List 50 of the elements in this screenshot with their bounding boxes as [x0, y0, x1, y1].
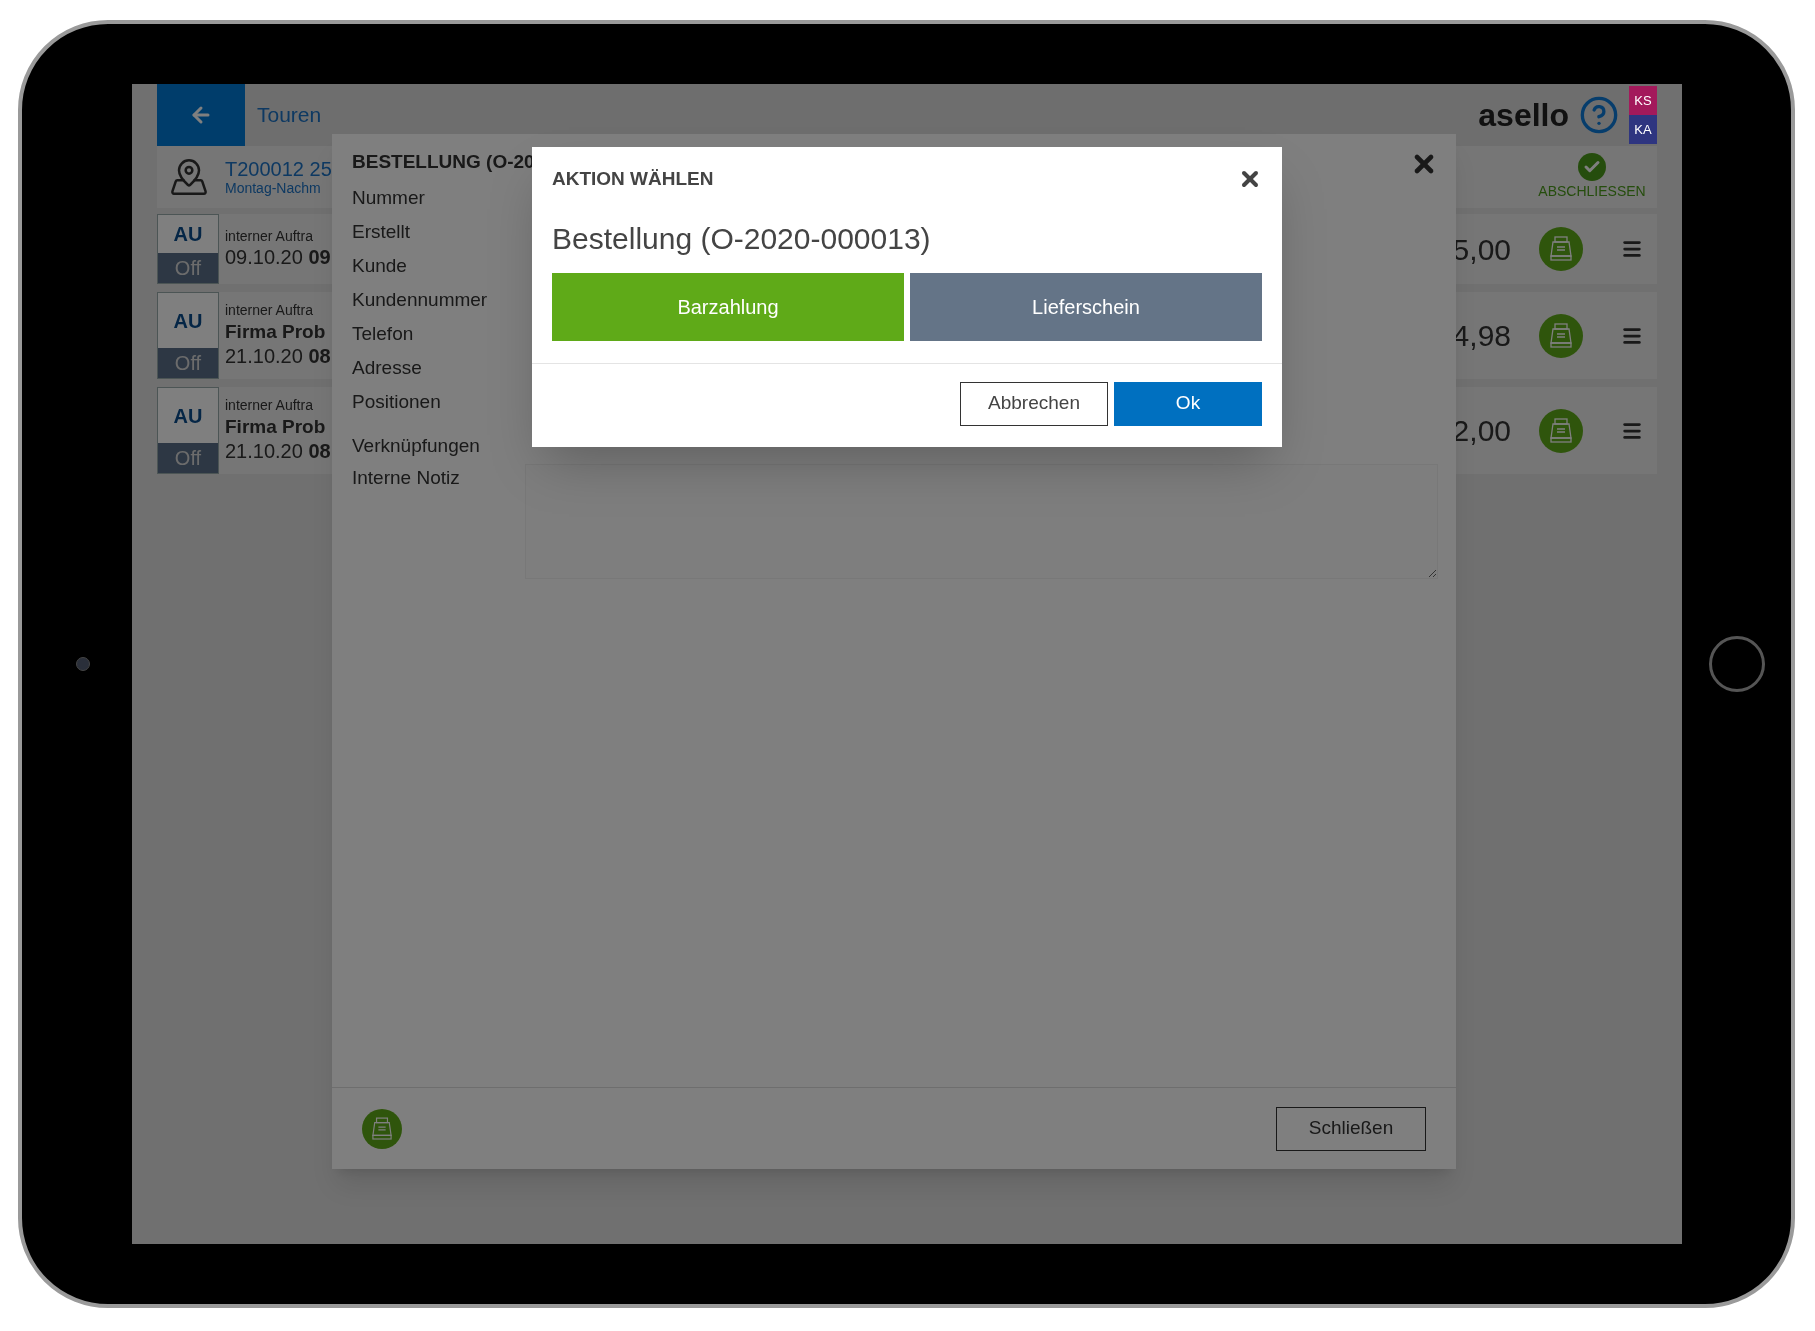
- action-button[interactable]: Barzahlung: [552, 272, 904, 341]
- order-amount: 4,98: [1452, 318, 1511, 354]
- cash-register-icon[interactable]: [362, 1108, 402, 1149]
- order-kind: interner Auftra: [225, 227, 314, 246]
- tour-subtitle: Montag-Nachm: [225, 181, 322, 195]
- field-label: Interne Notiz: [352, 466, 461, 490]
- tour-number: T200012 25: [225, 159, 332, 179]
- ok-button[interactable]: Ok: [1114, 381, 1262, 426]
- order-status: Off: [158, 443, 218, 473]
- home-button[interactable]: [1709, 636, 1765, 692]
- logo: asello: [1478, 96, 1569, 135]
- field-label: Kunde: [352, 254, 407, 279]
- back-button[interactable]: [157, 84, 245, 146]
- close-button[interactable]: Schließen: [1276, 1106, 1426, 1151]
- order-date: 21.10.20 08: [225, 343, 331, 369]
- order-date: 09.10.20 09: [225, 245, 331, 271]
- menu-icon[interactable]: [1621, 238, 1643, 260]
- order-type: AU: [158, 215, 218, 253]
- order-date: 21.10.20 08: [225, 438, 331, 464]
- cash-register-icon[interactable]: [1539, 227, 1583, 271]
- check-icon: [1578, 152, 1606, 181]
- order-amount: 5,00: [1452, 231, 1511, 268]
- field-label: Kundennummer: [352, 288, 488, 313]
- field-label: Nummer: [352, 186, 425, 211]
- field-label: Telefon: [352, 322, 414, 347]
- field-label: Positionen: [352, 390, 441, 415]
- cancel-button[interactable]: Abbrechen: [960, 381, 1108, 426]
- note-field[interactable]: [525, 464, 1438, 579]
- dialog-title: AKTION WÄHLEN: [552, 167, 714, 191]
- order-amount: 2,00: [1452, 413, 1511, 449]
- order-status: Off: [158, 348, 218, 378]
- field-label: Verknüpfungen: [352, 433, 480, 458]
- company-name: Firma Prob: [225, 319, 327, 344]
- order-kind: interner Auftra: [225, 397, 314, 415]
- camera-icon: [76, 657, 90, 671]
- order-kind: interner Auftra: [225, 302, 314, 320]
- action-button[interactable]: Lieferschein: [910, 272, 1262, 341]
- field-label: Erstellt: [352, 220, 411, 245]
- cash-register-icon[interactable]: [1539, 408, 1583, 453]
- dialog-heading: Bestellung (O-2020-000013): [552, 220, 931, 257]
- company-name: Firma Prob: [225, 414, 327, 439]
- order-status: Off: [158, 253, 218, 283]
- user-badge[interactable]: KS: [1629, 86, 1657, 115]
- user-badge[interactable]: KA: [1629, 115, 1657, 144]
- order-type: AU: [158, 293, 218, 348]
- cash-register-icon[interactable]: [1539, 313, 1583, 358]
- order-type: AU: [158, 388, 218, 443]
- help-icon[interactable]: [1579, 95, 1619, 135]
- map-icon: [169, 157, 209, 197]
- field-label: Adresse: [352, 356, 422, 381]
